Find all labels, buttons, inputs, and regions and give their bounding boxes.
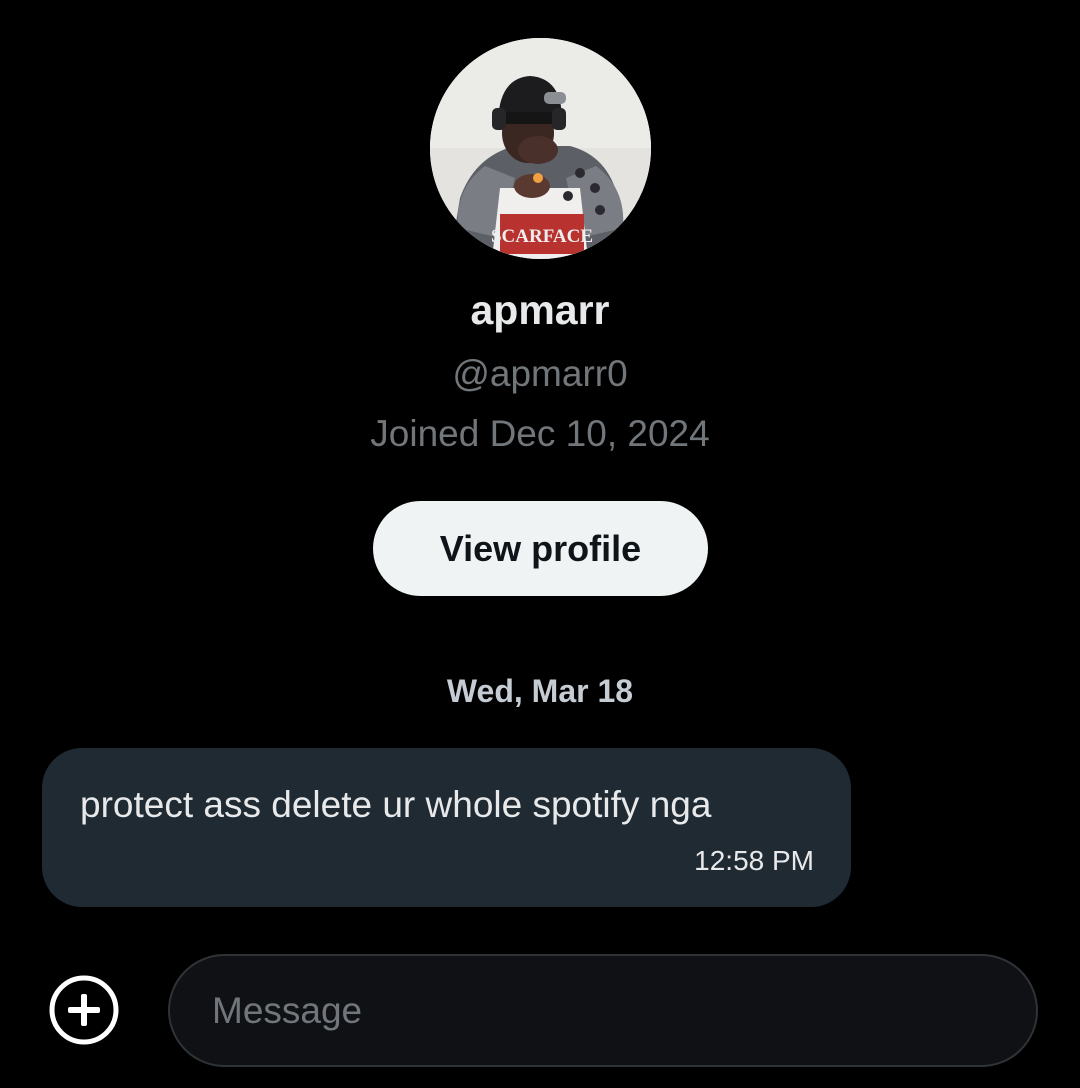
view-profile-button[interactable]: View profile [373, 501, 708, 596]
avatar[interactable]: SCARFACE [430, 38, 651, 259]
display-name: apmarr [470, 287, 610, 333]
shirt-print-text: SCARFACE [491, 226, 593, 247]
date-separator: Wed, Mar 18 [446, 673, 634, 709]
message-text: protect ass delete ur whole spotify nga [80, 784, 712, 825]
avatar-photo: SCARFACE [430, 38, 651, 259]
message-bubble[interactable]: protect ass delete ur whole spotify nga … [42, 748, 851, 907]
message-timestamp: 12:58 PM [694, 845, 814, 876]
join-date: Joined Dec 10, 2024 [370, 413, 710, 454]
profile-header: SCARFACE apmarr @apmarr0 Joined Dec 10, … [0, 0, 1080, 600]
message-input[interactable] [168, 954, 1038, 1067]
plus-circle-icon[interactable] [48, 974, 120, 1046]
username-handle: @apmarr0 [452, 353, 628, 394]
